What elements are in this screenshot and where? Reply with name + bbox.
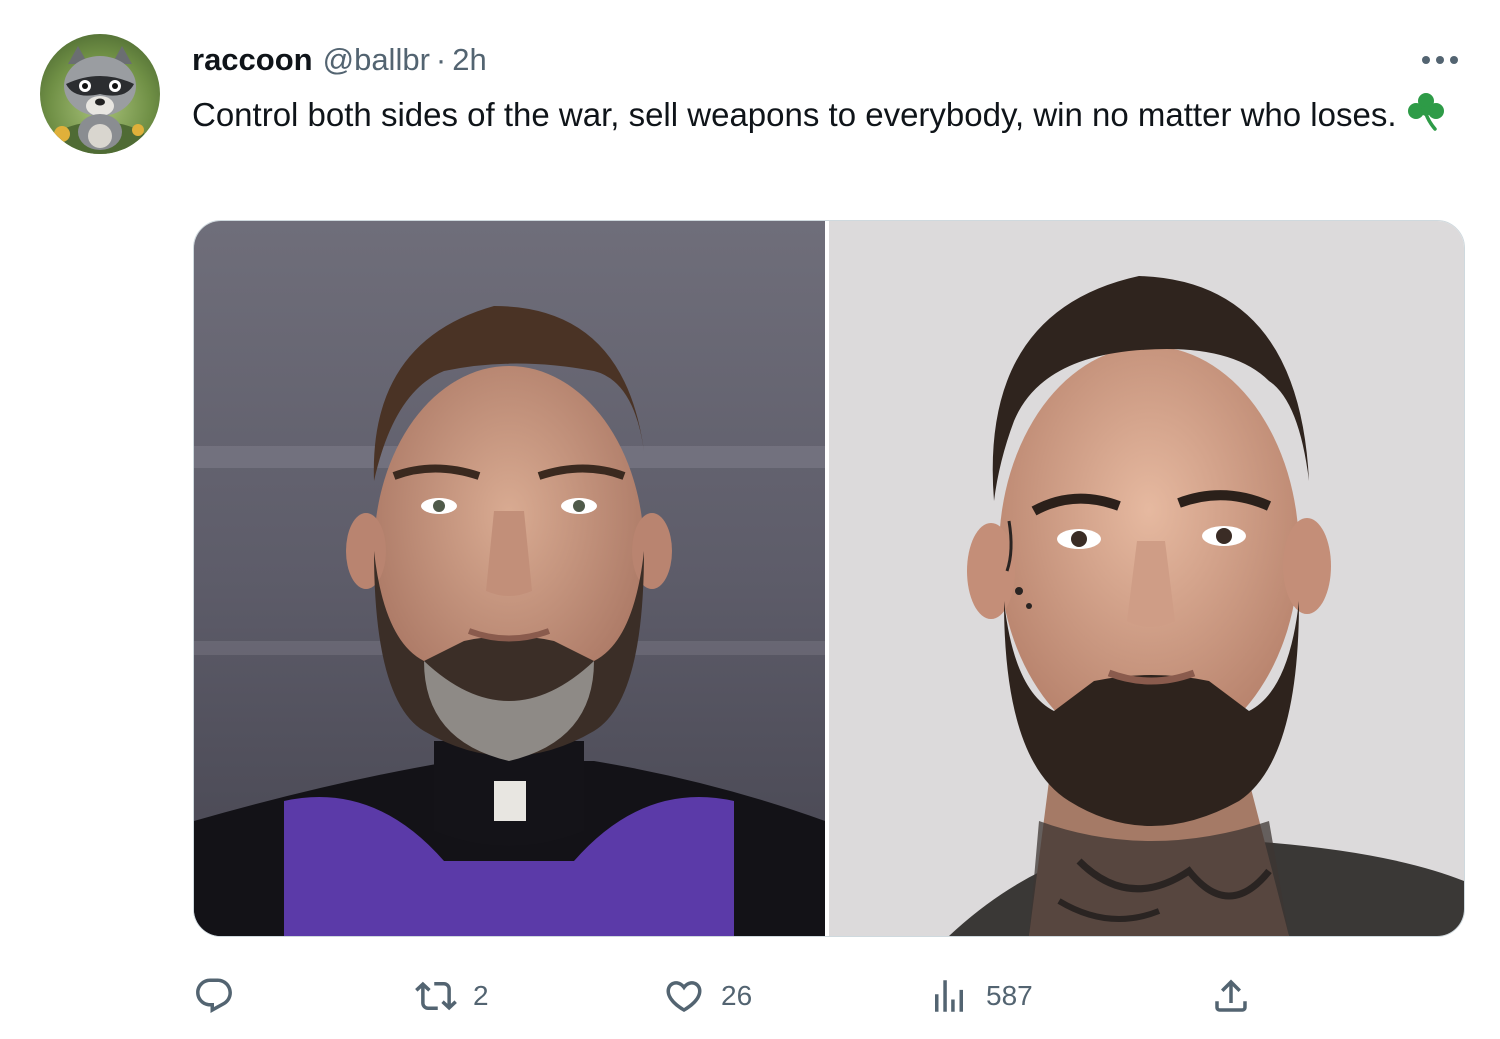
user-handle[interactable]: @ballbr <box>323 42 430 78</box>
raccoon-avatar-icon <box>50 46 150 154</box>
share-icon <box>1215 979 1247 1012</box>
avatar[interactable] <box>40 34 160 154</box>
separator-dot: · <box>435 42 447 77</box>
share-button[interactable] <box>1210 965 1268 1027</box>
more-dots-icon <box>1422 56 1458 64</box>
tweet-body: Control both sides of the war, sell weap… <box>192 96 1397 133</box>
photo-left[interactable] <box>194 221 825 936</box>
photo-man-purple-robe-icon <box>194 221 825 936</box>
like-button[interactable]: 26 <box>663 965 752 1027</box>
tweet-actions: 2 26 587 <box>193 965 1263 1027</box>
tweet[interactable]: raccoon @ballbr · 2h Control both sides … <box>0 0 1500 1039</box>
tweet-header: raccoon @ballbr · 2h <box>192 40 487 80</box>
display-name[interactable]: raccoon <box>192 42 313 78</box>
views-count: 587 <box>986 980 1033 1011</box>
repost-icon <box>415 981 457 1011</box>
like-count: 26 <box>721 980 753 1011</box>
shamrock-icon <box>1405 90 1447 146</box>
repost-button[interactable]: 2 <box>415 965 489 1027</box>
heart-icon <box>666 981 702 1013</box>
reply-button[interactable] <box>193 965 251 1027</box>
photo-right[interactable] <box>829 221 1464 936</box>
more-options-button[interactable] <box>1412 40 1468 80</box>
reply-icon <box>196 978 232 1013</box>
repost-count: 2 <box>473 980 489 1011</box>
media-grid <box>193 220 1465 937</box>
views-icon <box>935 980 963 1012</box>
views-button[interactable]: 587 <box>928 965 1033 1027</box>
photo-man-neck-tattoos-icon <box>829 221 1464 936</box>
tweet-text: Control both sides of the war, sell weap… <box>192 90 1452 146</box>
timestamp[interactable]: 2h <box>452 42 486 78</box>
